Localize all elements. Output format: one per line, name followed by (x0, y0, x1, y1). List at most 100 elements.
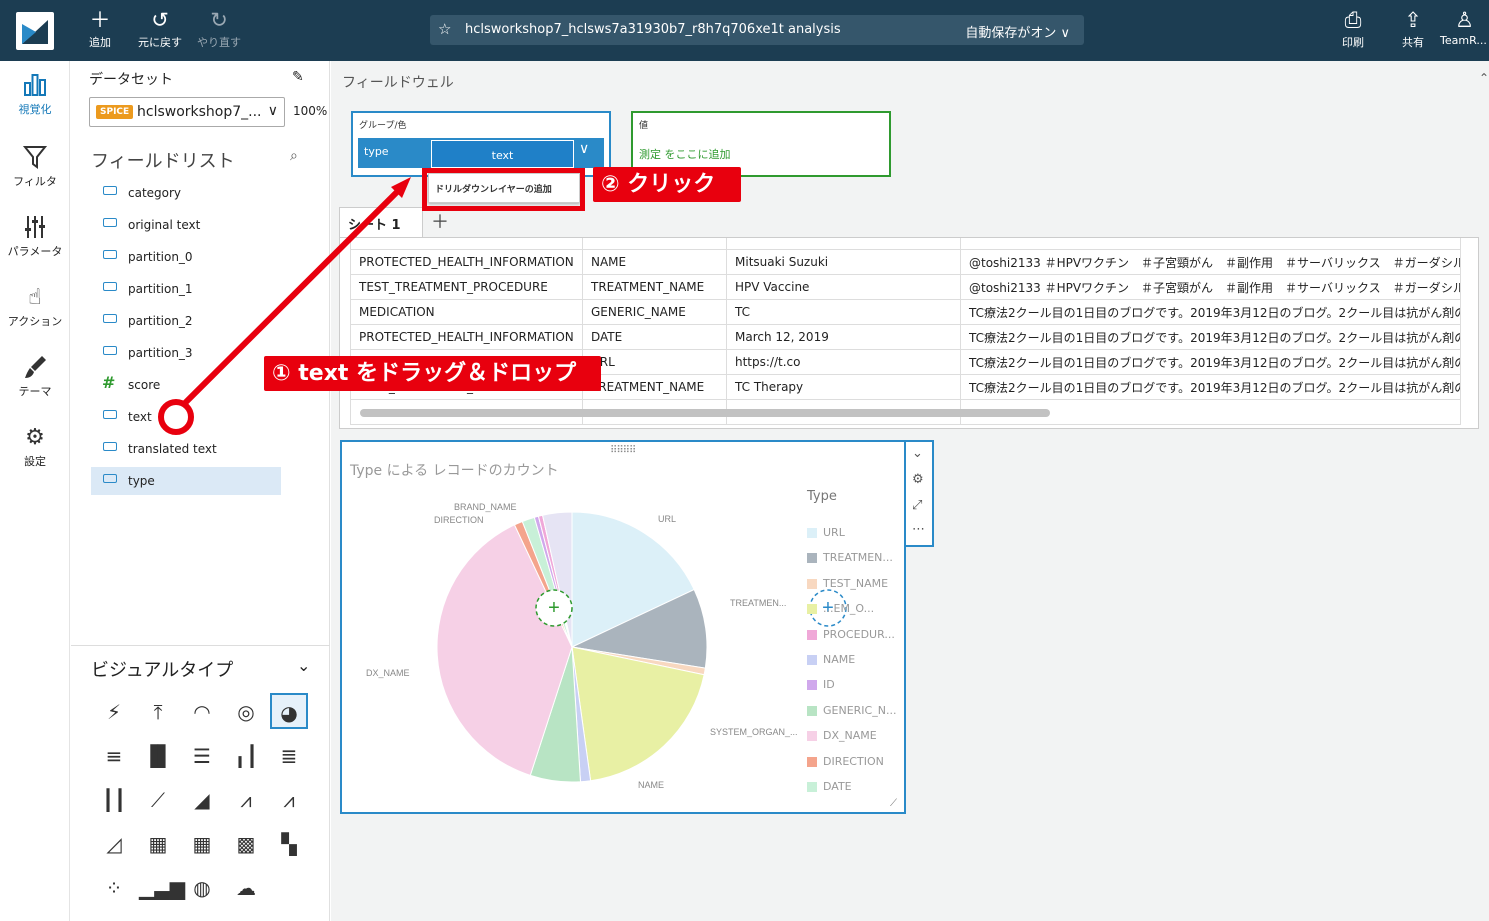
field-item[interactable]: # score (91, 371, 281, 399)
table-cell: NAME (582, 249, 727, 275)
clustered-bar-icon[interactable]: ╻┃ (227, 738, 265, 774)
dimension-icon (103, 314, 117, 323)
pivot-table-icon[interactable]: ▦ (183, 826, 221, 862)
field-item[interactable]: translated text (91, 435, 281, 463)
pie-label: DX_NAME (366, 668, 410, 678)
area-chart-icon[interactable]: ◢ (183, 782, 221, 818)
table-row: MEDICATION GENERIC_NAME TC TC療法2クール目の1日目のブロ… (350, 299, 1461, 325)
table-cell: March 12, 2019 (726, 324, 961, 350)
scatter-plot-icon[interactable]: ⁘ (95, 870, 133, 906)
tab-sheet-1[interactable]: シート 1 ∨ (339, 207, 423, 248)
field-item[interactable]: text (91, 403, 281, 431)
autosave-dropdown[interactable]: 自動保存がオン ∨ (965, 22, 1070, 41)
vertical-bar-icon[interactable]: ▐▌ (139, 738, 177, 774)
pointer-gear-icon: ☝ (28, 285, 42, 310)
heat-map-icon[interactable]: ▩ (227, 826, 265, 862)
search-icon[interactable]: ⌕ (290, 148, 298, 164)
combo-line-icon[interactable]: ⩘ (270, 782, 308, 818)
undo-icon: ↺ (151, 8, 169, 32)
table-cell: DATE (582, 324, 727, 350)
quicksight-logo[interactable] (16, 12, 54, 50)
field-name: score (128, 378, 161, 392)
table-cell: TC (726, 299, 961, 325)
table-cell: https://t.co (726, 349, 961, 375)
kpi-icon[interactable]: ⤒ (139, 694, 177, 730)
gauge-icon[interactable]: ◠ (183, 694, 221, 730)
legend-label: DIRECTION (823, 754, 884, 768)
chevron-down-icon[interactable]: ∨ (579, 141, 589, 157)
rail-theme[interactable]: テーマ (0, 353, 70, 399)
field-item[interactable]: partition_2 (91, 307, 281, 335)
rail-visualize[interactable]: 視覚化 (0, 71, 70, 117)
chevron-down-icon[interactable]: ⌄ (297, 656, 310, 675)
table-icon[interactable]: ▦ (139, 826, 177, 862)
drill-field-pill[interactable]: text (431, 140, 574, 168)
undo-button[interactable]: ↺ 元に戻す (130, 8, 190, 54)
expand-icon[interactable]: ⤢ (912, 498, 922, 513)
collapse-icon[interactable]: ⌃ (1479, 71, 1489, 85)
field-item[interactable]: partition_0 (91, 243, 281, 271)
stacked-bar-icon[interactable]: ☰ (183, 738, 221, 774)
geo-map-icon[interactable]: ◍ (183, 870, 221, 906)
drop-target-group[interactable]: + (535, 589, 573, 627)
legend-label: URL (823, 526, 845, 539)
pie-chart-visual[interactable]: ⠿⠿⠿⠿ Type による レコードのカウント URL TREATMEN... SY… (340, 440, 906, 814)
field-item[interactable]: original text (91, 211, 281, 239)
more-icon[interactable]: ⋯ (912, 522, 925, 537)
legend-swatch (807, 782, 817, 792)
tree-map-icon[interactable]: ▚ (270, 826, 308, 862)
stacked-area-icon[interactable]: ◿ (95, 826, 133, 862)
field-item[interactable]: partition_3 (91, 339, 281, 367)
brush-icon (0, 353, 70, 383)
add-sheet-icon[interactable]: ＋ (431, 208, 449, 234)
pie-label: TREATMEN... (730, 598, 786, 608)
rail-actions[interactable]: ☝ アクション (0, 283, 70, 329)
gear-icon[interactable]: ⚙ (912, 472, 924, 487)
table-cell: PROTECTED_HEALTH_INFORMATION (350, 249, 583, 275)
user-menu-button[interactable]: ♙ TeamR... (1440, 8, 1489, 54)
field-name: type (128, 474, 155, 488)
donut-icon[interactable]: ◎ (227, 694, 265, 730)
pencil-icon[interactable]: ✎ (292, 69, 304, 85)
field-name: text (128, 410, 152, 424)
left-rail: 視覚化 フィルタ パラメータ ☝ アクション テーマ ⚙ 設定 (0, 61, 70, 921)
stacked-column-icon[interactable]: ┃┃ (95, 782, 133, 818)
pie-chart-icon[interactable]: ◕ (270, 693, 308, 729)
star-icon[interactable]: ☆ (438, 20, 451, 38)
spice-percentage: 100% (293, 104, 328, 118)
line-chart-icon[interactable]: ⟋ (139, 782, 177, 818)
table-cell: HPV Vaccine (726, 274, 961, 300)
rail-filter[interactable]: フィルタ (0, 143, 70, 189)
table-cell: TC療法2クール目の1日目のブログです。2019年3月12日のブログ。2クール目… (960, 299, 1461, 325)
chevron-down-icon: ∨ (267, 103, 278, 119)
collapse-chevron-icon[interactable]: ⌄ (912, 446, 923, 461)
legend-label: NAME (823, 653, 856, 666)
horizontal-bar-icon[interactable]: ≡ (95, 738, 133, 774)
resize-handle-icon[interactable]: ⟋ (890, 798, 897, 809)
share-button[interactable]: ⇪ 共有 (1383, 8, 1443, 54)
rail-parameters[interactable]: パラメータ (0, 213, 70, 259)
user-icon: ♙ (1455, 8, 1474, 32)
add-button[interactable]: ＋ 追加 (70, 8, 130, 54)
rail-settings[interactable]: ⚙ 設定 (0, 423, 70, 469)
horizontal-scrollbar[interactable] (360, 409, 1050, 417)
print-button[interactable]: ⎙ 印刷 (1323, 8, 1383, 54)
pie-label: BRAND_NAME (454, 502, 517, 512)
dimension-icon (103, 346, 117, 355)
combo-chart-icon[interactable]: ⩘ (227, 782, 265, 818)
field-item[interactable]: type (91, 467, 281, 495)
analysis-title-bar[interactable]: ☆ hclsworkshop7_hclsws7a31930b7_r8h7q706… (430, 15, 1084, 45)
field-name: partition_0 (128, 250, 193, 264)
dataset-select[interactable]: SPICE hclsworkshop7_... ∨ (89, 97, 285, 127)
field-item[interactable]: category (91, 179, 281, 207)
field-name: category (128, 186, 182, 200)
autograph-icon[interactable]: ⚡ (95, 694, 133, 730)
legend-title: Type (807, 489, 837, 504)
word-cloud-icon[interactable]: ☁ (227, 870, 265, 906)
percent-bar-icon[interactable]: ≣ (270, 738, 308, 774)
group-color-label: グループ/色 (359, 121, 407, 131)
field-item[interactable]: partition_1 (91, 275, 281, 303)
histogram-icon[interactable]: ▁▃▆ (139, 870, 185, 906)
redo-button[interactable]: ↻ やり直す (189, 8, 249, 54)
table-cell: TC療法2クール目の1日目のブログです。2019年3月12日のブログ。2クール目… (960, 349, 1461, 375)
